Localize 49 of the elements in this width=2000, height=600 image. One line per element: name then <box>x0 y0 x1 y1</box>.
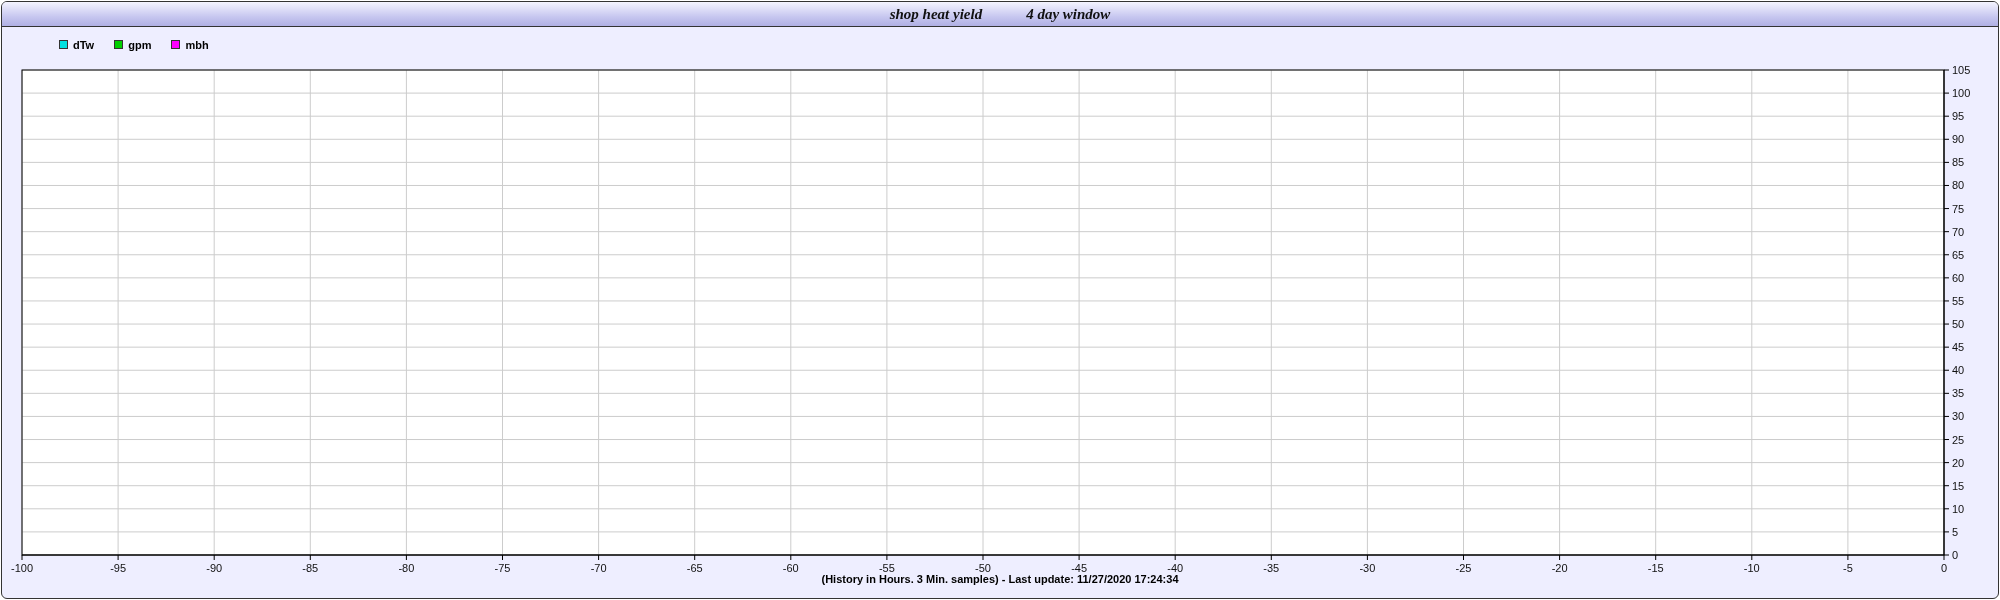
x-tick-label: -95 <box>110 562 127 574</box>
x-tick-label: -30 <box>1359 562 1376 574</box>
y-tick-label: 75 <box>1952 202 1965 215</box>
y-tick-label: 50 <box>1952 318 1965 331</box>
x-tick-label: -70 <box>590 562 607 574</box>
y-tick-label: 35 <box>1952 387 1965 400</box>
y-tick-label: 60 <box>1952 271 1965 284</box>
x-tick-label: -10 <box>1743 562 1760 574</box>
y-tick-label: 65 <box>1952 248 1965 261</box>
y-tick-label: 95 <box>1952 110 1965 123</box>
y-tick-label: 15 <box>1952 479 1965 492</box>
y-tick-label: 100 <box>1952 87 1971 100</box>
x-tick-label: -40 <box>1167 562 1184 574</box>
x-tick-label: -45 <box>1071 562 1088 574</box>
x-tick-label: -60 <box>782 562 799 574</box>
x-tick-label: -15 <box>1647 562 1664 574</box>
x-tick-label: -55 <box>878 562 895 574</box>
panel-title: shop heat yield <box>889 5 983 23</box>
y-tick-label: 80 <box>1952 179 1965 192</box>
y-tick-label: 85 <box>1952 156 1965 169</box>
y-tick-label: 40 <box>1952 364 1965 377</box>
x-tick-label: -85 <box>302 562 319 574</box>
y-tick-label: 20 <box>1952 456 1965 469</box>
x-tick-label: -5 <box>1843 562 1853 574</box>
x-tick-label: -50 <box>975 562 991 574</box>
y-tick-label: 30 <box>1952 410 1965 423</box>
x-tick-label: -25 <box>1455 562 1472 574</box>
y-tick-label: 70 <box>1952 225 1965 238</box>
panel-subtitle: 4 day window <box>1026 5 1111 23</box>
x-tick-label: 0 <box>1940 562 1948 574</box>
x-tick-label: -20 <box>1551 562 1568 574</box>
y-tick-label: 25 <box>1952 433 1965 446</box>
y-tick-label: 0 <box>1952 549 1959 561</box>
y-tick-label: 5 <box>1952 525 1959 538</box>
y-tick-label: 45 <box>1952 341 1965 354</box>
x-tick-label: -35 <box>1263 562 1280 574</box>
x-tick-label: -65 <box>686 562 703 574</box>
y-tick-label: 105 <box>1952 64 1971 76</box>
y-tick-label: 90 <box>1952 133 1965 146</box>
legend-label: mbh <box>185 38 209 51</box>
y-tick-label: 10 <box>1952 502 1965 515</box>
x-tick-label: -80 <box>398 562 415 574</box>
legend-label: dTw <box>73 38 95 51</box>
legend-label: gpm <box>128 38 152 51</box>
x-tick-label: -75 <box>494 562 511 574</box>
chart-footer: (History in Hours. 3 Min. samples) - Last update: 11/27/2020 17:24:34 <box>2 573 1998 585</box>
x-tick-label: -100 <box>11 562 33 574</box>
x-tick-label: -90 <box>206 562 223 574</box>
y-tick-label: 55 <box>1952 294 1965 307</box>
